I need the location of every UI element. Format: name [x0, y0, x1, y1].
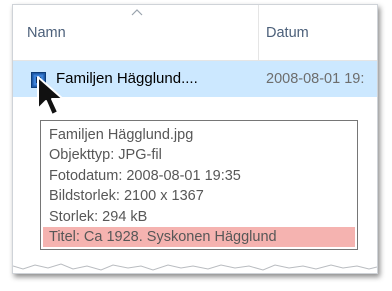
tooltip-dimensions: Bildstorlek: 2100 x 1367 [49, 188, 204, 205]
column-header-bar: Namn Datum [13, 5, 377, 61]
column-divider[interactable] [258, 5, 259, 60]
column-header-date-label: Datum [266, 24, 309, 41]
file-info-tooltip: Familjen Hägglund.jpg Objekttyp: JPG-fil… [40, 120, 358, 251]
file-row-selected[interactable]: Familjen Hägglund.... 2008-08-01 19: [13, 61, 377, 97]
mouse-pointer-icon [37, 76, 64, 116]
tooltip-type: Objekttyp: JPG-fil [49, 147, 162, 164]
tooltip-size: Storlek: 294 kB [49, 208, 148, 225]
column-header-date[interactable]: Datum [266, 5, 376, 60]
torn-edge-decoration [13, 263, 377, 273]
explorer-file-list: Namn Datum Familjen Hägglund.... 2008-08… [12, 4, 378, 274]
column-header-name[interactable]: Namn [27, 5, 257, 60]
tooltip-filename: Familjen Hägglund.jpg [49, 127, 194, 143]
file-name[interactable]: Familjen Hägglund.... [56, 61, 198, 97]
column-header-name-label: Namn [27, 24, 66, 41]
screenshot-canvas: Namn Datum Familjen Hägglund.... 2008-08… [0, 0, 392, 291]
file-date: 2008-08-01 19: [266, 71, 365, 87]
tooltip-title-highlighted: Titel: Ca 1928. Syskonen Hägglund [43, 226, 355, 248]
tooltip-photo-date: Fotodatum: 2008-08-01 19:35 [49, 167, 241, 184]
